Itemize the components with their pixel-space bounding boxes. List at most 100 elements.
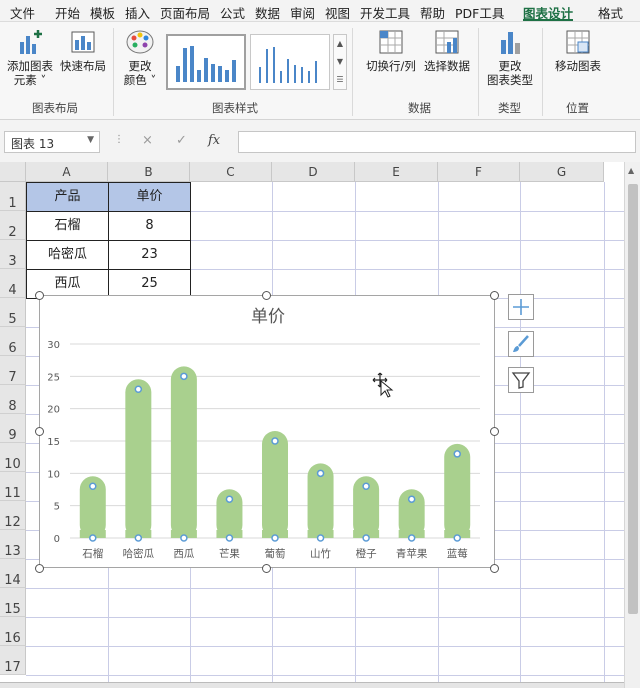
table-cell[interactable]: 8 bbox=[109, 212, 190, 240]
column-header-F[interactable]: F bbox=[438, 162, 520, 182]
add-chart-element-icon bbox=[20, 30, 42, 54]
chart[interactable]: 单价 0 5 10 15 20 25 30 石榴 哈密瓜 西瓜 芒果 葡萄 山竹 橙子 青苹果 蓝莓 bbox=[39, 295, 495, 568]
insert-function-icon[interactable]: fx bbox=[208, 133, 220, 148]
row-header-8[interactable]: 8 bbox=[0, 385, 26, 414]
chart-base-marker bbox=[180, 534, 188, 542]
row-header-15[interactable]: 15 bbox=[0, 588, 26, 617]
row-header-10[interactable]: 10 bbox=[0, 443, 26, 472]
x-tick-label: 哈密瓜 bbox=[123, 547, 155, 560]
row-header-5[interactable]: 5 bbox=[0, 298, 26, 327]
change-colors-button[interactable]: 更改 颜色 ˅ bbox=[118, 28, 162, 87]
sheet-tab-bar bbox=[0, 682, 624, 688]
change-chart-type-label: 更改 bbox=[498, 59, 522, 73]
column-header-B[interactable]: B bbox=[108, 162, 190, 182]
y-tick-label: 0 bbox=[54, 534, 60, 545]
name-box-value: 图表 13 bbox=[11, 137, 55, 151]
select-all-corner[interactable] bbox=[0, 162, 26, 182]
row-header-1[interactable]: 1 bbox=[0, 182, 26, 211]
column-header-E[interactable]: E bbox=[355, 162, 438, 182]
row-header-6[interactable]: 6 bbox=[0, 327, 26, 356]
tab-11[interactable]: 帮助 bbox=[420, 3, 445, 21]
chart-title: 单价 bbox=[251, 307, 285, 327]
select-data-icon bbox=[435, 30, 459, 54]
tab-14[interactable]: 格式 bbox=[598, 3, 623, 21]
tab-7[interactable]: 数据 bbox=[255, 3, 280, 21]
row-header-14[interactable]: 14 bbox=[0, 559, 26, 588]
style-gallery-scroll[interactable]: ▲ ▼ ☰ bbox=[333, 34, 347, 90]
x-tick-label: 山竹 bbox=[310, 547, 331, 560]
table-header-cell[interactable]: 单价 bbox=[109, 183, 190, 211]
name-box[interactable]: 图表 13 ▼ bbox=[4, 131, 100, 153]
resize-handle-top-left[interactable] bbox=[35, 291, 44, 300]
table-header-cell[interactable]: 产品 bbox=[27, 183, 108, 211]
row-header-7[interactable]: 7 bbox=[0, 356, 26, 385]
y-tick-label: 20 bbox=[47, 405, 60, 416]
row-header-4[interactable]: 4 bbox=[0, 269, 26, 298]
vertical-scrollbar[interactable]: ▲ bbox=[624, 162, 640, 688]
resize-handle-top-right[interactable] bbox=[490, 291, 499, 300]
chart-base-marker bbox=[407, 534, 416, 542]
switch-row-column-button[interactable]: 切换行/列 bbox=[362, 28, 420, 73]
table-cell[interactable]: 25 bbox=[109, 270, 190, 298]
tab-9[interactable]: 视图 bbox=[325, 3, 350, 21]
quick-layout-icon bbox=[71, 31, 95, 53]
table-cell[interactable]: 哈密瓜 bbox=[27, 241, 108, 269]
row-header-12[interactable]: 12 bbox=[0, 501, 26, 530]
chart-value-marker bbox=[180, 372, 188, 381]
move-chart-button[interactable]: 移动图表 bbox=[550, 28, 606, 73]
column-header-A[interactable]: A bbox=[26, 162, 108, 182]
row-header-11[interactable]: 11 bbox=[0, 472, 26, 501]
resize-handle-top[interactable] bbox=[262, 291, 271, 300]
add-chart-element-label-2: 元素 ˅ bbox=[13, 73, 47, 87]
row-header-16[interactable]: 16 bbox=[0, 617, 26, 646]
group-label-data: 数据 bbox=[408, 101, 431, 115]
chart-base-marker bbox=[316, 534, 325, 542]
row-header-9[interactable]: 9 bbox=[0, 414, 26, 443]
cancel-icon[interactable]: × bbox=[142, 133, 153, 148]
chart-style-1[interactable] bbox=[166, 34, 246, 90]
chart-bar bbox=[125, 379, 152, 538]
column-header-G[interactable]: G bbox=[520, 162, 604, 182]
scrollbar-thumb[interactable] bbox=[628, 184, 638, 614]
table-cell[interactable]: 石榴 bbox=[27, 212, 108, 240]
y-tick-label: 5 bbox=[54, 502, 60, 513]
tab-1[interactable]: 文件 bbox=[10, 3, 35, 21]
row-header-13[interactable]: 13 bbox=[0, 530, 26, 559]
tab-2[interactable]: 开始 bbox=[55, 3, 80, 21]
tab-5[interactable]: 页面布局 bbox=[160, 3, 210, 21]
row-header-3[interactable]: 3 bbox=[0, 240, 26, 269]
resize-handle-bottom-left[interactable] bbox=[35, 564, 44, 573]
chart-styles-button[interactable] bbox=[508, 331, 534, 357]
resize-handle-bottom-right[interactable] bbox=[490, 564, 499, 573]
chart-filters-button[interactable] bbox=[508, 367, 534, 393]
tab-8[interactable]: 审阅 bbox=[290, 3, 315, 21]
quick-layout-label: 快速布局 bbox=[60, 59, 106, 73]
resize-handle-right[interactable] bbox=[490, 427, 499, 436]
change-chart-type-button[interactable]: 更改 图表类型 bbox=[484, 28, 536, 87]
chart-bar bbox=[444, 443, 471, 538]
quick-layout-button[interactable]: 快速布局 bbox=[58, 28, 108, 73]
column-header-C[interactable]: C bbox=[190, 162, 272, 182]
tab-3[interactable]: 模板 bbox=[90, 3, 115, 21]
chart-style-2[interactable] bbox=[250, 34, 330, 90]
select-data-button[interactable]: 选择数据 bbox=[422, 28, 472, 73]
tab-6[interactable]: 公式 bbox=[220, 3, 245, 21]
row-header-2[interactable]: 2 bbox=[0, 211, 26, 240]
resize-handle-bottom[interactable] bbox=[262, 564, 271, 573]
select-data-label: 选择数据 bbox=[424, 59, 470, 73]
add-chart-element-button[interactable]: 添加图表 元素 ˅ bbox=[4, 28, 56, 87]
tab-4[interactable]: 插入 bbox=[125, 3, 150, 21]
chart-elements-button[interactable] bbox=[508, 294, 534, 320]
row-header-17[interactable]: 17 bbox=[0, 646, 26, 675]
formula-input[interactable] bbox=[238, 131, 636, 153]
resize-handle-left[interactable] bbox=[35, 427, 44, 436]
tab-10[interactable]: 开发工具 bbox=[360, 3, 410, 21]
column-header-D[interactable]: D bbox=[272, 162, 355, 182]
ribbon-tabs: 文件 开始 模板 插入 页面布局 公式 数据 审阅 视图 开发工具 帮助 PDF工具 图表设计 格式 bbox=[0, 0, 640, 22]
tab-13[interactable]: 图表设计 bbox=[523, 3, 574, 21]
confirm-icon[interactable]: ✓ bbox=[176, 133, 187, 148]
scroll-up-icon[interactable]: ▲ bbox=[628, 166, 634, 175]
tab-12[interactable]: PDF工具 bbox=[455, 3, 504, 21]
table-cell[interactable]: 23 bbox=[109, 241, 190, 269]
chart-value-marker bbox=[89, 482, 97, 491]
